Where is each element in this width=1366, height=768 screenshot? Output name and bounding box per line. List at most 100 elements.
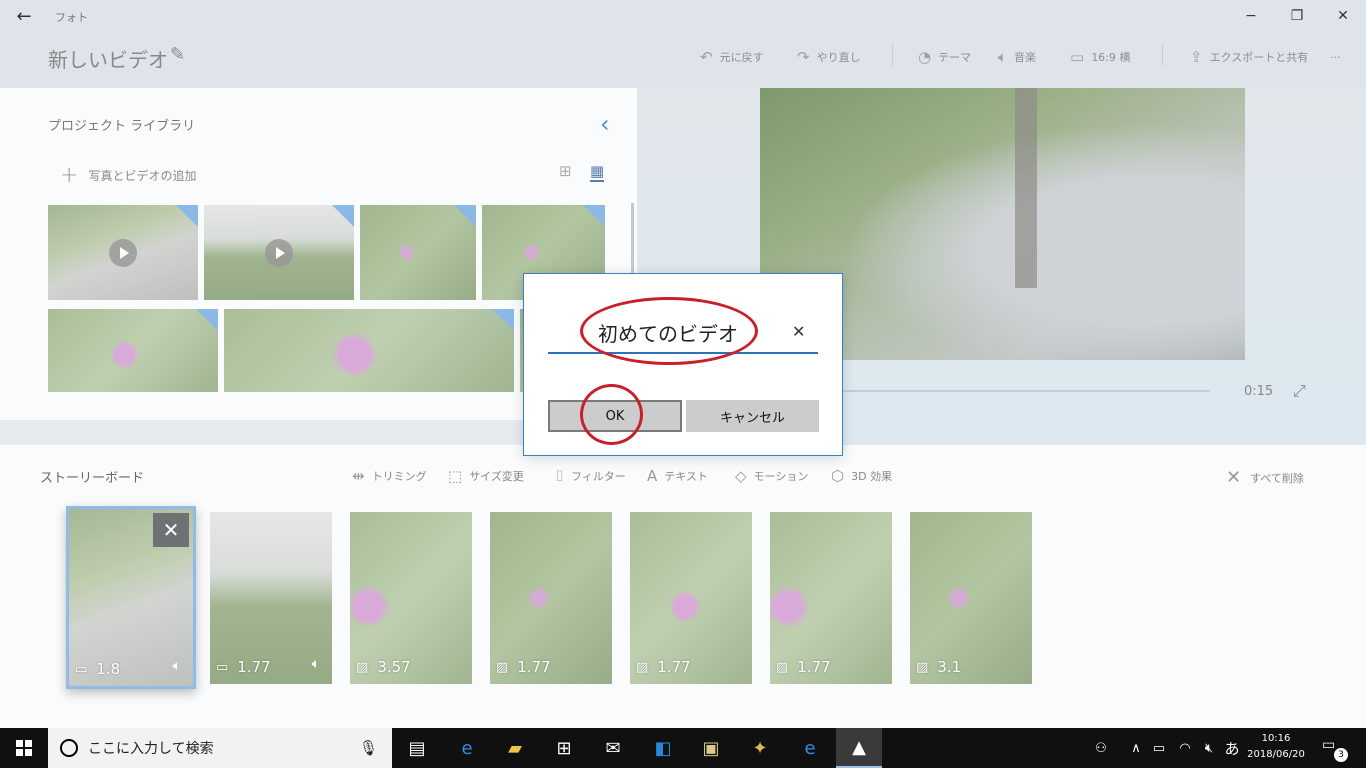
play-icon: [265, 238, 293, 267]
more-options-button[interactable]: ···: [1330, 46, 1341, 68]
duration-value: 3.57: [377, 658, 411, 676]
trim-button[interactable]: ⇹ トリミング: [352, 467, 427, 485]
clock-date: 2018/06/20: [1247, 749, 1305, 760]
rename-video-dialog: ✕ OK キャンセル: [523, 273, 843, 456]
back-arrow-icon[interactable]: ←: [10, 4, 38, 28]
taskbar-search-box[interactable]: ここに入力して検索 🎙︎: [48, 728, 392, 768]
library-title: プロジェクト ライブラリ: [48, 119, 196, 134]
motion-button[interactable]: ◇ モーション: [735, 467, 808, 485]
project-title[interactable]: 新しいビデオ: [48, 44, 168, 73]
storyboard-card[interactable]: ▭ 1.77 🔈︎: [210, 512, 332, 684]
ime-indicator[interactable]: あ: [1222, 728, 1242, 768]
speaker-icon[interactable]: 🔈︎: [312, 656, 320, 672]
card-duration: ▨ 3.57: [356, 658, 411, 676]
undo-button[interactable]: ↶ 元に戻す: [700, 46, 764, 68]
library-thumbnail[interactable]: [48, 205, 198, 300]
music-button[interactable]: 🔈︎ 音楽: [998, 46, 1036, 68]
plus-icon: +: [60, 163, 79, 188]
taskbar-clock[interactable]: 10:16 2018/06/20: [1245, 731, 1307, 763]
start-button[interactable]: [0, 728, 48, 768]
toolbar-divider: [892, 44, 893, 66]
collapse-chevron-icon[interactable]: ‹: [600, 110, 610, 138]
share-icon: ⇪: [1190, 48, 1203, 66]
filter-button[interactable]: ⌷ フィルター: [555, 467, 626, 485]
speaker-icon: 🔈︎: [998, 48, 1008, 66]
chevron-up-icon[interactable]: ∧: [1126, 728, 1146, 768]
outlook-icon[interactable]: ◧: [640, 728, 686, 768]
cortana-icon: [60, 739, 78, 757]
library-thumbnail[interactable]: [360, 205, 476, 300]
speaker-icon[interactable]: 🔈︎: [173, 658, 181, 674]
aspect-ratio-button[interactable]: ▭ 16:9 横: [1070, 46, 1130, 68]
editor-header: 新しいビデオ ✎ ↶ 元に戻す ↷ やり直し ◔ テーマ 🔈︎ 音楽 ▭ 16:9 横 ⇪…: [0, 32, 1366, 88]
notification-icon[interactable]: ▭ 3: [1322, 737, 1348, 762]
card-duration: ▨ 1.77: [636, 658, 691, 676]
photos-app-icon[interactable]: ▲: [836, 728, 882, 768]
volume-muted-icon[interactable]: 🔇︎: [1198, 728, 1220, 768]
added-marker-icon: [583, 205, 605, 227]
motion-label: モーション: [753, 470, 809, 483]
mail-icon[interactable]: ✉: [590, 728, 636, 768]
remove-card-icon[interactable]: ✕: [153, 513, 189, 547]
trim-icon: ⇹: [352, 467, 365, 485]
resize-icon: ⬚: [448, 467, 463, 485]
text-icon: A: [647, 467, 658, 485]
undo-label: 元に戻す: [719, 51, 764, 64]
3d-effects-button[interactable]: ⬡ 3D 効果: [831, 467, 892, 485]
delete-all-label: すべて削除: [1250, 471, 1304, 485]
storyboard-card[interactable]: ▨ 1.77: [490, 512, 612, 684]
fullscreen-icon[interactable]: ⤢: [1293, 381, 1306, 401]
photos-viewer-icon[interactable]: ▣: [688, 728, 734, 768]
photo-icon: ▨: [776, 659, 789, 675]
added-marker-icon: [196, 309, 218, 331]
small-grid-view-icon[interactable]: ▦: [590, 162, 605, 182]
task-view-icon[interactable]: ▤: [394, 728, 440, 768]
library-thumbnail[interactable]: [204, 205, 354, 300]
title-bar: ← フォト − ❐ ✕: [0, 0, 1366, 32]
brush-icon: ⌷: [555, 467, 565, 485]
storyboard-card[interactable]: ▨ 1.77: [770, 512, 892, 684]
photo-icon: ▨: [636, 659, 649, 675]
export-share-button[interactable]: ⇪ エクスポートと共有: [1190, 46, 1308, 68]
battery-icon[interactable]: ▭: [1149, 728, 1169, 768]
edge-icon[interactable]: e: [444, 728, 490, 768]
cube-icon: ⬡: [831, 467, 845, 485]
store-icon[interactable]: ⊞: [541, 728, 587, 768]
redo-icon: ↷: [797, 48, 810, 66]
text-button[interactable]: A テキスト: [647, 467, 708, 485]
storyboard-card[interactable]: ▨ 3.1: [910, 512, 1032, 684]
photo-icon: ▨: [916, 659, 929, 675]
redo-button[interactable]: ↷ やり直し: [797, 46, 861, 68]
motion-icon: ◇: [735, 467, 747, 485]
microphone-icon[interactable]: 🎙︎: [359, 739, 378, 757]
edge-icon[interactable]: e: [787, 728, 833, 768]
people-icon[interactable]: ⚇: [1088, 728, 1114, 768]
large-grid-view-icon[interactable]: ⊞: [559, 162, 572, 180]
ok-button[interactable]: OK: [548, 400, 682, 432]
pencil-icon[interactable]: ✎: [170, 44, 185, 65]
close-icon[interactable]: ✕: [1320, 0, 1366, 32]
added-marker-icon: [492, 309, 514, 331]
playback-progress-bar[interactable]: [840, 390, 1210, 392]
library-thumbnail[interactable]: [224, 309, 514, 392]
file-explorer-icon[interactable]: ▰: [492, 728, 538, 768]
delete-all-button[interactable]: ✕ すべて削除: [1226, 467, 1304, 488]
storyboard-card[interactable]: ✕ ▭ 1.8 🔈︎: [66, 506, 196, 689]
palette-icon: ◔: [918, 48, 932, 66]
resize-button[interactable]: ⬚ サイズ変更: [448, 467, 524, 485]
storyboard-card[interactable]: ▨ 3.57: [350, 512, 472, 684]
add-photos-videos-button[interactable]: + 写真とビデオの追加: [60, 163, 196, 188]
minimize-icon[interactable]: −: [1228, 0, 1274, 32]
video-name-input[interactable]: [598, 316, 778, 348]
clear-text-icon[interactable]: ✕: [792, 322, 805, 341]
storyboard-card[interactable]: ▨ 1.77: [630, 512, 752, 684]
aspect-ratio-icon: ▭: [1070, 48, 1085, 66]
theme-button[interactable]: ◔ テーマ: [918, 46, 971, 68]
card-duration: ▨ 1.77: [496, 658, 551, 676]
duration-value: 1.77: [517, 658, 551, 676]
restore-icon[interactable]: ❐: [1274, 0, 1320, 32]
wifi-icon[interactable]: ◠: [1174, 728, 1196, 768]
cancel-button[interactable]: キャンセル: [686, 400, 819, 432]
library-thumbnail[interactable]: [48, 309, 218, 392]
paint-icon[interactable]: ✦: [737, 728, 783, 768]
